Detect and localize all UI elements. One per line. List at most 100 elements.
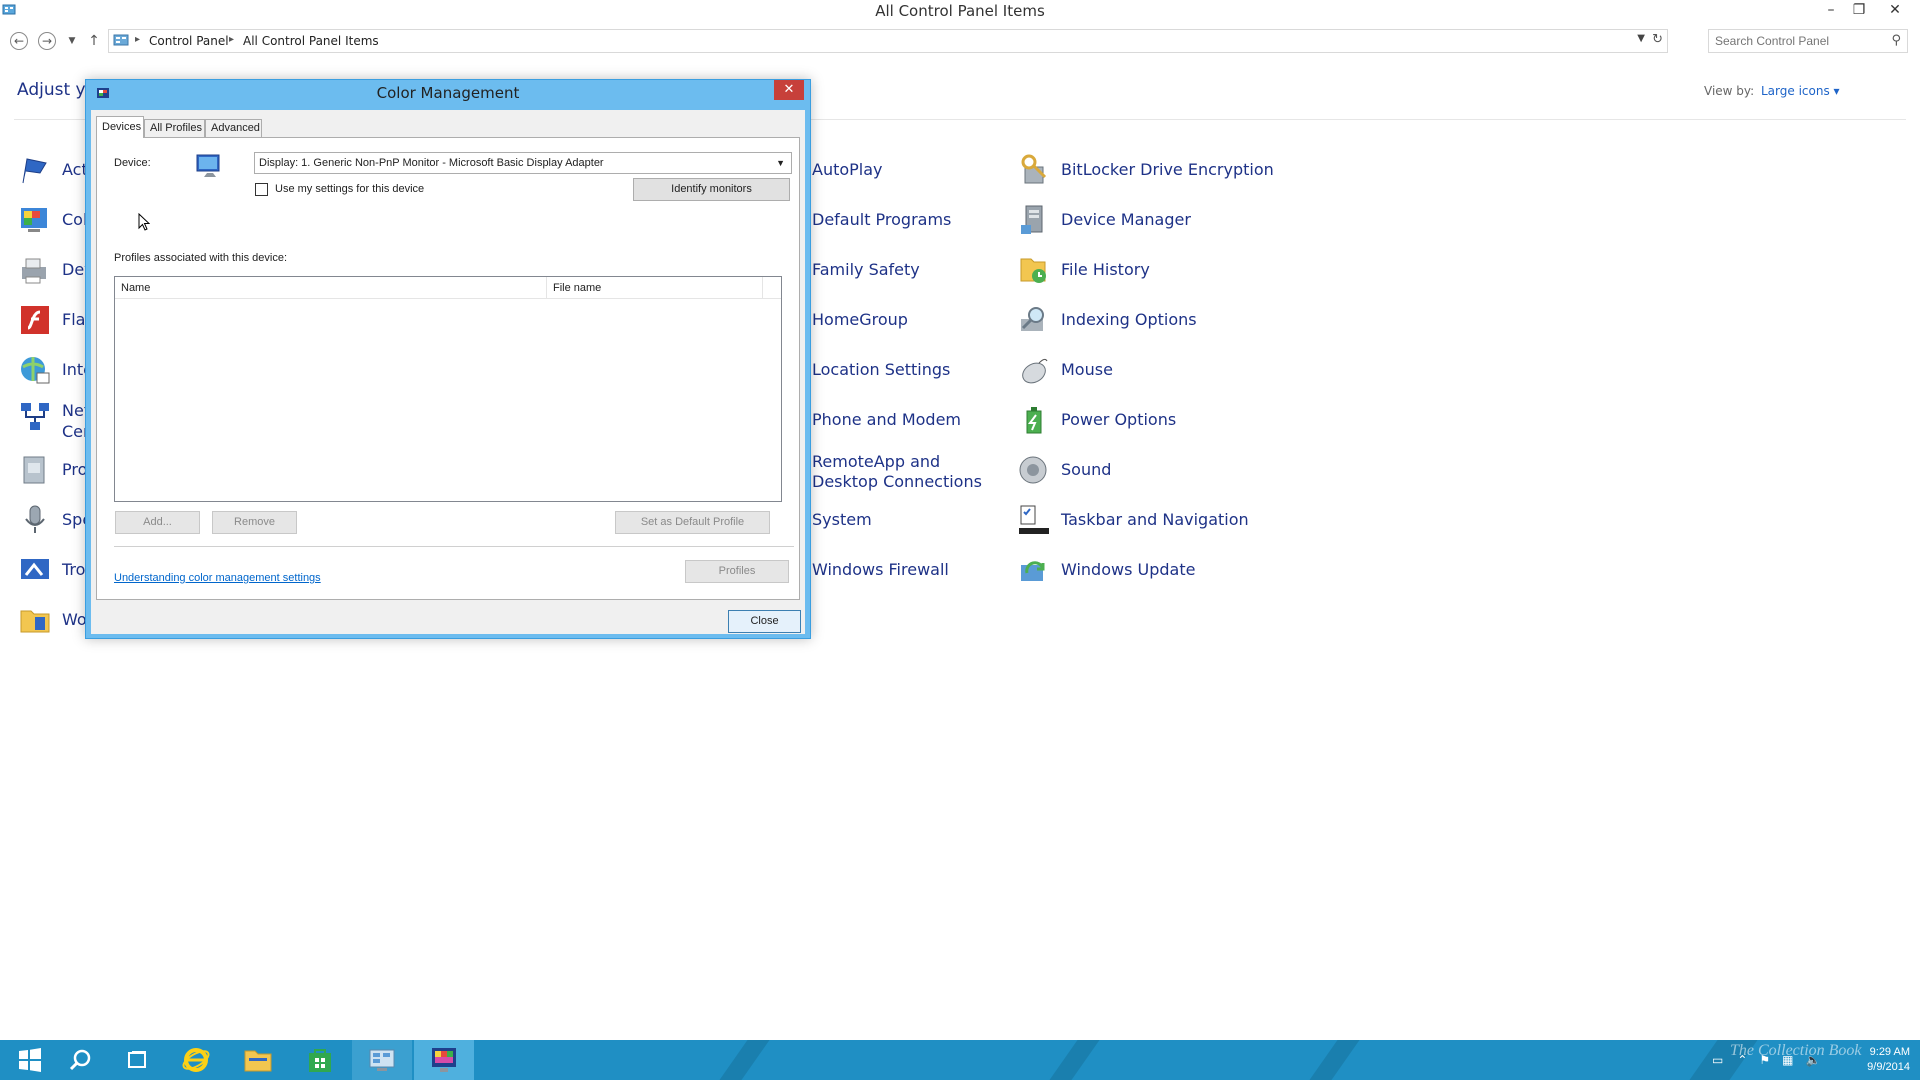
cp-item-mouse[interactable]: Mouse	[1017, 350, 1113, 390]
color-management-dialog: Color Management ✕ Devices All Profiles …	[85, 79, 811, 639]
control-panel-taskbar-button[interactable]	[352, 1040, 412, 1080]
windows-logo-icon	[19, 1048, 41, 1072]
cp-item-work-folders[interactable]: Wo	[18, 600, 87, 640]
internet-explorer-taskbar-button[interactable]	[166, 1040, 226, 1080]
cp-item-color-management[interactable]: Col	[18, 200, 87, 240]
dialog-title: Color Management	[376, 84, 520, 102]
arrow-left-icon: ←	[13, 34, 25, 48]
profiles-list[interactable]: Name File name	[114, 276, 782, 502]
cp-item-network-sharing[interactable]: Net Cer	[18, 400, 92, 444]
magnifier-icon	[1021, 307, 1044, 331]
recent-locations-button[interactable]: ▼	[61, 30, 83, 52]
back-button[interactable]: ←	[10, 32, 28, 50]
use-my-settings-checkbox[interactable]	[255, 183, 268, 196]
cp-item-power-options[interactable]: Power Options	[1017, 400, 1176, 440]
cp-item-phone-modem[interactable]: Phone and Modem	[812, 400, 961, 440]
arrow-right-icon: →	[41, 34, 53, 48]
breadcrumb-control-panel[interactable]: Control Panel	[149, 34, 229, 48]
task-view-icon	[128, 1051, 146, 1068]
file-explorer-taskbar-button[interactable]	[228, 1040, 288, 1080]
tab-devices[interactable]: Devices	[96, 116, 144, 138]
color-management-taskbar-button[interactable]	[414, 1040, 474, 1080]
profiles-associated-label: Profiles associated with this device:	[114, 252, 288, 264]
add-profile-button[interactable]: Add...	[115, 511, 200, 534]
folder-icon	[20, 610, 50, 633]
tab-all-profiles[interactable]: All Profiles	[144, 119, 205, 138]
minimize-button[interactable]: –	[1818, 0, 1844, 20]
file-history-icon	[1020, 258, 1046, 283]
cp-item-device-manager[interactable]: Device Manager	[1017, 200, 1191, 240]
search-icon[interactable]: ⚲	[1891, 33, 1901, 48]
device-dropdown-value: Display: 1. Generic Non-PnP Monitor - Mi…	[259, 157, 604, 169]
cp-item-programs[interactable]: Pro	[18, 450, 87, 490]
cp-item-flash[interactable]: Flas	[18, 300, 94, 340]
column-file-name[interactable]: File name	[547, 277, 763, 299]
close-button[interactable]: Close	[728, 610, 801, 633]
profiles-list-header: Name File name	[115, 277, 781, 299]
cp-item-windows-update[interactable]: Windows Update	[1017, 550, 1195, 590]
search-input[interactable]	[1709, 30, 1879, 52]
breadcrumb-separator: ▸	[229, 34, 235, 45]
cp-item-indexing-options[interactable]: Indexing Options	[1017, 300, 1197, 340]
cp-item-family-safety[interactable]: Family Safety	[812, 250, 920, 290]
set-default-profile-button[interactable]: Set as Default Profile	[615, 511, 770, 534]
cp-item-taskbar-navigation[interactable]: Taskbar and Navigation	[1017, 500, 1249, 540]
store-taskbar-button[interactable]	[290, 1040, 350, 1080]
window-title: All Control Panel Items	[875, 2, 1045, 20]
use-my-settings-label: Use my settings for this device	[275, 183, 425, 195]
refresh-icon[interactable]: ↻	[1652, 32, 1663, 47]
search-box: ⚲	[1708, 29, 1908, 53]
chevron-down-icon: ▼	[776, 158, 785, 168]
cp-item-speech[interactable]: Spe	[18, 500, 92, 540]
task-view-button[interactable]	[107, 1040, 167, 1080]
cp-item-action-center[interactable]: Act	[18, 150, 88, 190]
cp-item-sound[interactable]: Sound	[1017, 450, 1111, 490]
remove-profile-button[interactable]: Remove	[212, 511, 297, 534]
panel-separator	[114, 546, 794, 547]
dialog-body: Devices All Profiles Advanced Device: Di…	[91, 110, 805, 634]
address-dropdown-icon[interactable]: ▼	[1637, 33, 1645, 44]
watermark-text: The Collection Book	[1730, 1042, 1862, 1059]
cp-item-remoteapp[interactable]: RemoteApp and Desktop Connections	[812, 450, 1002, 494]
taskbar-decoration	[1035, 1040, 1107, 1080]
breadcrumb-separator: ▸	[135, 34, 141, 45]
cp-item-devices[interactable]: Dev	[18, 250, 94, 290]
address-bar[interactable]: ▸ Control Panel ▸ All Control Panel Item…	[108, 29, 1668, 53]
chevron-down-icon: ▼	[68, 36, 76, 46]
breadcrumb-all-items[interactable]: All Control Panel Items	[243, 34, 379, 48]
up-button[interactable]: ↑	[83, 30, 105, 52]
devices-panel: Device: Display: 1. Generic Non-PnP Moni…	[96, 137, 800, 600]
search-icon	[69, 1049, 91, 1071]
column-name[interactable]: Name	[115, 277, 547, 299]
understanding-color-management-link[interactable]: Understanding color management settings	[114, 572, 321, 584]
cp-item-location-settings[interactable]: Location Settings	[812, 350, 950, 390]
cp-item-internet-options[interactable]: Inte	[18, 350, 93, 390]
device-dropdown[interactable]: Display: 1. Generic Non-PnP Monitor - Mi…	[254, 152, 792, 174]
window-close-button[interactable]: ✕	[1882, 0, 1908, 20]
cp-item-file-history[interactable]: File History	[1017, 250, 1150, 290]
dialog-close-button[interactable]: ✕	[774, 80, 804, 100]
key-icon	[1021, 154, 1047, 184]
tab-advanced[interactable]: Advanced	[205, 119, 262, 138]
cp-item-system[interactable]: System	[812, 500, 872, 540]
cp-item-troubleshooting[interactable]: Tro	[18, 550, 85, 590]
store-icon	[309, 1049, 331, 1072]
search-taskbar-button[interactable]	[50, 1040, 110, 1080]
cp-item-autoplay[interactable]: AutoPlay	[812, 150, 883, 190]
profiles-button[interactable]: Profiles	[685, 560, 789, 583]
device-label: Device:	[114, 157, 151, 169]
view-by-dropdown[interactable]: Large icons ▾	[1761, 84, 1840, 98]
taskbar: ▭ ⌃ ⚑ ▦ 🔈 9:29 AM 9/9/2014	[0, 1040, 1920, 1080]
cp-item-default-programs[interactable]: Default Programs	[812, 200, 951, 240]
cp-item-bitlocker[interactable]: BitLocker Drive Encryption	[1017, 150, 1274, 190]
cp-item-homegroup[interactable]: HomeGroup	[812, 300, 908, 340]
identify-monitors-button[interactable]: Identify monitors	[633, 178, 790, 201]
navigation-bar: ← → ▼ ↑ ▸ Control Panel ▸ All Control Pa…	[0, 28, 1920, 54]
cp-item-windows-firewall[interactable]: Windows Firewall	[812, 550, 949, 590]
control-panel-icon	[113, 34, 129, 46]
device-manager-icon	[1021, 205, 1043, 234]
forward-button[interactable]: →	[38, 32, 56, 50]
restore-button[interactable]: ❐	[1846, 0, 1872, 20]
notification-icon[interactable]: ▭	[1712, 1053, 1723, 1067]
window-title-bar: All Control Panel Items – ❐ ✕	[0, 0, 1920, 24]
